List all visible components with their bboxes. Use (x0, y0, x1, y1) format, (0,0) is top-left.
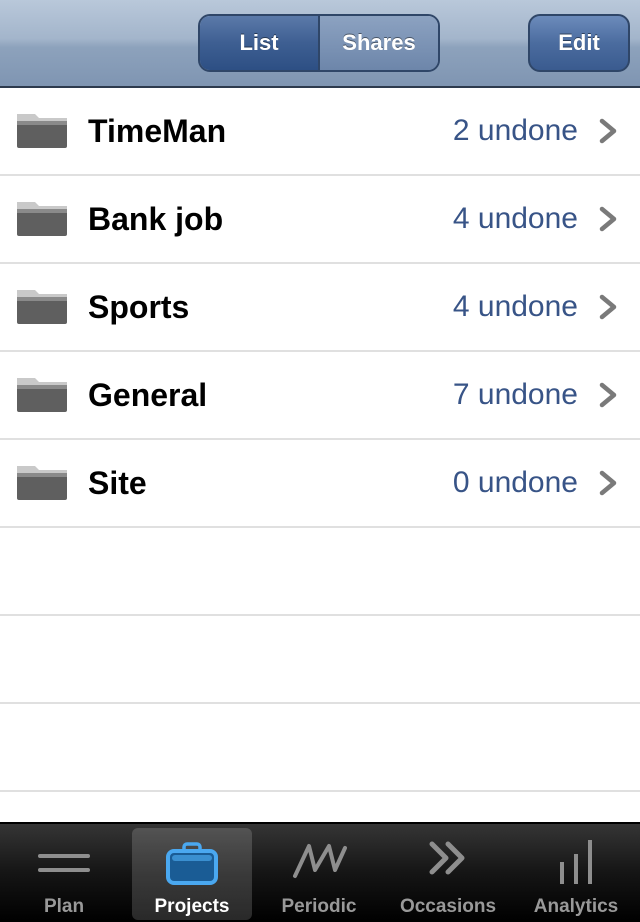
folder-icon (17, 202, 67, 236)
empty-row (0, 528, 640, 616)
tab-label: Analytics (533, 896, 619, 917)
chevron-right-icon (599, 206, 617, 232)
chevron-right-icon (599, 382, 617, 408)
tab-label: Periodic (281, 896, 357, 917)
chevron-right-icon (599, 118, 617, 144)
tab-label: Plan (43, 896, 85, 917)
project-name: General (88, 377, 208, 413)
undone-count: 4 undone (452, 202, 578, 235)
empty-row (0, 704, 640, 792)
briefcase-icon (166, 842, 218, 885)
segment-list[interactable]: List (200, 16, 318, 70)
chevron-right-icon (599, 294, 617, 320)
edit-button[interactable]: Edit (528, 14, 630, 72)
folder-icon (17, 466, 67, 500)
project-name: Bank job (88, 201, 224, 237)
project-row-site[interactable]: Site 0 undone (0, 440, 640, 528)
chevron-right-icon (599, 470, 617, 496)
project-name: TimeMan (88, 113, 227, 149)
navigation-bar: List Shares Edit (0, 0, 640, 88)
plan-icon (38, 854, 90, 872)
tab-bar: Plan Projects Periodic Occasions Analyti… (0, 822, 640, 922)
project-row-general[interactable]: General 7 undone (0, 352, 640, 440)
project-name: Sports (88, 289, 190, 325)
undone-count: 7 undone (452, 378, 578, 411)
undone-count: 0 undone (452, 466, 578, 499)
folder-icon (17, 114, 67, 148)
tab-projects[interactable]: Projects (132, 828, 252, 920)
undone-count: 4 undone (452, 290, 578, 323)
empty-row (0, 616, 640, 704)
view-segmented-control: List Shares (198, 14, 440, 72)
tab-occasions[interactable]: Occasions (388, 828, 508, 920)
bar-chart-icon (560, 840, 592, 884)
project-row-timeman[interactable]: TimeMan 2 undone (0, 88, 640, 176)
tab-label: Occasions (399, 896, 497, 917)
folder-icon (17, 290, 67, 324)
project-row-bank-job[interactable]: Bank job 4 undone (0, 176, 640, 264)
undone-count: 2 undone (452, 114, 578, 147)
project-name: Site (88, 465, 147, 501)
tab-periodic[interactable]: Periodic (259, 828, 379, 920)
tab-plan[interactable]: Plan (4, 828, 124, 920)
project-row-sports[interactable]: Sports 4 undone (0, 264, 640, 352)
periodic-icon (293, 844, 347, 878)
segment-shares[interactable]: Shares (320, 16, 438, 70)
tab-label: Projects (154, 896, 230, 917)
double-chevron-icon (429, 841, 465, 875)
tab-analytics[interactable]: Analytics (516, 828, 636, 920)
folder-icon (17, 378, 67, 412)
project-list: TimeMan 2 undone Bank job 4 undone Sport… (0, 88, 640, 792)
